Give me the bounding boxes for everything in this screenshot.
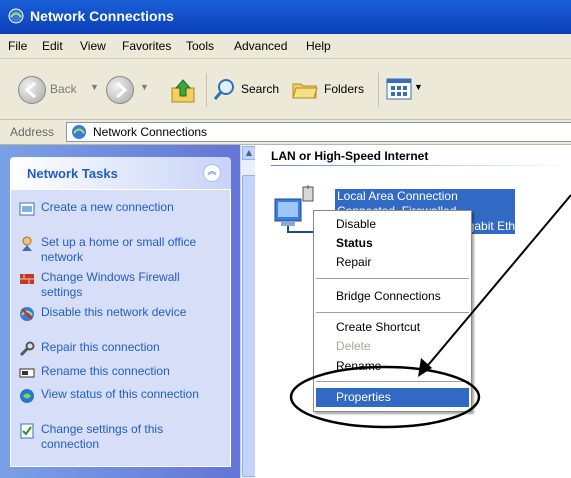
home-network-icon	[22, 236, 32, 251]
folders-icon	[292, 83, 318, 99]
task-label: Set up a home or small office network	[41, 235, 197, 264]
back-arrow-icon	[18, 76, 46, 104]
menu-separator	[316, 278, 469, 279]
left-pane-scrollbar[interactable]: ▲	[240, 145, 256, 478]
toolbar-separator	[378, 73, 379, 107]
menu-item-status[interactable]: Status	[316, 234, 469, 253]
window-title: Network Connections	[30, 8, 174, 24]
menu-item-properties[interactable]: Properties	[316, 388, 469, 407]
menu-item-disable[interactable]: Disable	[316, 215, 469, 234]
forward-dropdown-icon: ▼	[140, 82, 149, 92]
menu-separator	[316, 312, 469, 313]
forward-arrow-icon	[106, 76, 134, 104]
address-field[interactable]: Network Connections	[66, 122, 571, 142]
folders-button[interactable]: Folders	[292, 78, 372, 102]
task-pane: Network Tasks ︽ Create a new connection …	[0, 145, 240, 478]
task-label: Rename this connection	[41, 364, 170, 378]
network-connections-icon	[72, 125, 86, 139]
toolbar-separator	[206, 73, 207, 107]
connection-name: Local Area Connection	[335, 189, 515, 204]
menu-item-create-shortcut[interactable]: Create Shortcut	[316, 318, 469, 337]
menu-help[interactable]: Help	[306, 39, 331, 53]
address-value: Network Connections	[93, 125, 208, 139]
search-icon	[214, 79, 234, 100]
network-tasks-header[interactable]: Network Tasks ︽	[10, 157, 231, 189]
menu-tools[interactable]: Tools	[186, 39, 214, 53]
menu-advanced[interactable]: Advanced	[234, 39, 287, 53]
forward-button[interactable]: ▼	[106, 76, 154, 104]
menu-view[interactable]: View	[80, 39, 106, 53]
network-tasks-panel: Network Tasks ︽ Create a new connection …	[10, 157, 231, 467]
repair-icon	[19, 341, 35, 357]
disable-device-icon	[20, 307, 34, 321]
back-dropdown-icon: ▼	[90, 82, 99, 92]
views-dropdown-icon: ▼	[414, 82, 423, 92]
folders-label: Folders	[324, 82, 365, 96]
search-label: Search	[241, 82, 280, 96]
menu-item-delete: Delete	[336, 339, 371, 353]
group-divider	[271, 165, 571, 166]
up-folder-icon[interactable]	[170, 78, 196, 104]
menu-bar: File Edit View Favorites Tools Advanced …	[0, 34, 571, 59]
collapse-chevron-icon[interactable]: ︽	[203, 164, 221, 182]
back-button[interactable]: Back ▼	[18, 76, 102, 104]
toolbar: Back ▼ ▼ Search Folders ▼	[0, 59, 571, 120]
address-bar: Address Network Connections	[0, 120, 571, 145]
menu-item-repair[interactable]: Repair	[316, 253, 469, 272]
rename-icon	[19, 368, 35, 378]
menu-separator	[316, 381, 469, 382]
views-button[interactable]: ▼	[386, 78, 426, 102]
status-icon	[20, 389, 34, 403]
task-label: Change settings of this connection	[41, 422, 164, 451]
title-bar: Network Connections	[0, 0, 571, 34]
menu-edit[interactable]: Edit	[42, 39, 63, 53]
views-icon	[386, 78, 412, 100]
menu-item-rename[interactable]: Rename	[316, 357, 469, 376]
task-label: Repair this connection	[41, 340, 160, 354]
scroll-up-icon[interactable]: ▲	[242, 146, 256, 160]
network-tasks-title: Network Tasks	[27, 166, 118, 181]
back-label: Back	[50, 82, 77, 96]
scroll-thumb[interactable]	[242, 175, 256, 477]
task-label: Disable this network device	[41, 305, 187, 319]
task-label: View status of this connection	[41, 387, 199, 401]
settings-icon	[20, 423, 34, 439]
network-tasks-list: Create a new connection Set up a home or…	[10, 189, 231, 467]
menu-file[interactable]: File	[8, 39, 27, 53]
address-label: Address	[10, 125, 55, 139]
task-label: Change Windows Firewall settings	[41, 270, 180, 299]
search-button[interactable]: Search	[214, 78, 286, 102]
group-title: LAN or High-Speed Internet	[271, 149, 429, 163]
task-label: Create a new connection	[41, 200, 174, 214]
lan-connection-icon[interactable]	[273, 185, 317, 237]
menu-favorites[interactable]: Favorites	[122, 39, 171, 53]
menu-item-bridge-connections[interactable]: Bridge Connections	[316, 287, 469, 306]
network-connections-icon	[8, 8, 24, 24]
new-connection-icon	[19, 202, 35, 216]
context-menu: Disable Status Repair Bridge Connections…	[313, 210, 472, 412]
firewall-icon	[20, 274, 34, 284]
